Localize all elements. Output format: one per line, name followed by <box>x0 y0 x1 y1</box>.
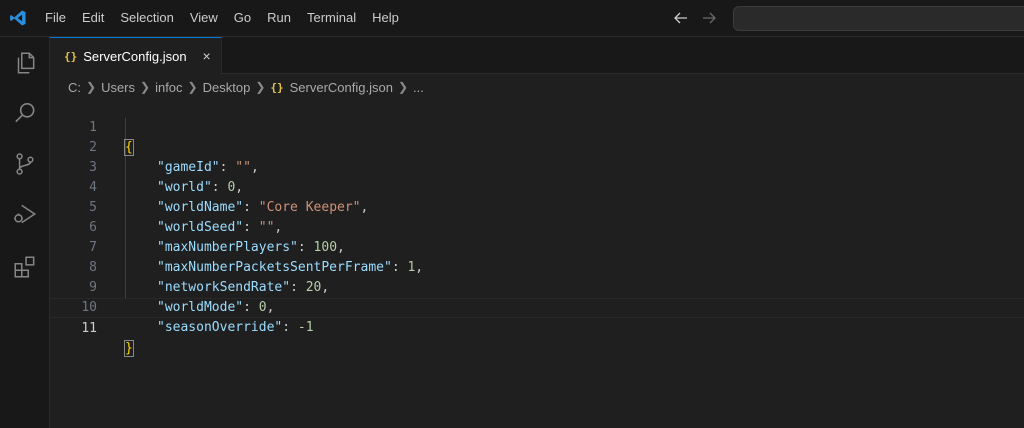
navigation-controls <box>672 8 718 28</box>
code-line[interactable]: 10 "seasonOverride": -1 <box>50 278 1024 335</box>
code-line-current[interactable]: 11 } <box>50 298 1024 357</box>
arrow-left-icon[interactable] <box>672 8 690 28</box>
menu-edit[interactable]: Edit <box>74 7 112 29</box>
search-icon[interactable] <box>9 97 41 129</box>
code-line[interactable]: 8 "networkSendRate": 20, <box>50 238 1024 295</box>
tab-label: ServerConfig.json <box>83 48 187 64</box>
close-brace: } <box>124 340 134 357</box>
activity-bar <box>0 37 50 428</box>
breadcrumb-users[interactable]: Users <box>101 80 135 95</box>
code-line[interactable]: 1 { <box>50 98 1024 156</box>
code-line[interactable]: 7 "maxNumberPacketsSentPerFrame": 1, <box>50 218 1024 275</box>
line-number: 11 <box>81 321 97 336</box>
menu-view[interactable]: View <box>182 7 226 29</box>
source-control-icon[interactable] <box>9 148 41 180</box>
code-line[interactable]: 9 "worldMode": 0, <box>50 258 1024 315</box>
breadcrumb-more[interactable]: ... <box>413 80 424 95</box>
code-line[interactable]: 2 "gameId": "", <box>50 118 1024 175</box>
chevron-right-icon: ❯ <box>397 80 409 94</box>
command-center-search[interactable] <box>733 6 1024 31</box>
vscode-logo-icon[interactable] <box>0 0 36 37</box>
menu-help[interactable]: Help <box>364 7 407 29</box>
json-key: "seasonOverride" <box>157 320 283 335</box>
menu-go[interactable]: Go <box>226 7 259 29</box>
code-editor[interactable]: 1 { 2 "gameId": "", 3 "world": 0, 4 "wor… <box>50 98 1024 428</box>
code-line[interactable]: 5 "worldSeed": "", <box>50 178 1024 235</box>
json-file-icon: {} <box>270 80 284 94</box>
run-debug-icon[interactable] <box>9 198 41 230</box>
code-line[interactable]: 3 "world": 0, <box>50 138 1024 195</box>
breadcrumb: C: ❯ Users ❯ infoc ❯ Desktop ❯ {} Server… <box>50 76 424 98</box>
extensions-icon[interactable] <box>9 251 41 283</box>
json-value: -1 <box>297 320 314 335</box>
breadcrumb-drive[interactable]: C: <box>68 80 81 95</box>
menu-terminal[interactable]: Terminal <box>299 7 364 29</box>
json-file-icon: {} <box>64 49 78 63</box>
menu-selection[interactable]: Selection <box>112 7 181 29</box>
files-icon[interactable] <box>9 47 41 79</box>
breadcrumb-infoc[interactable]: infoc <box>155 80 182 95</box>
chevron-right-icon: ❯ <box>86 80 97 94</box>
title-bar: File Edit Selection View Go Run Terminal… <box>0 0 1024 37</box>
menu-run[interactable]: Run <box>259 7 299 29</box>
code-line[interactable]: 6 "maxNumberPlayers": 100, <box>50 198 1024 255</box>
chevron-right-icon: ❯ <box>187 80 198 94</box>
tab-serverconfig-json[interactable]: {} ServerConfig.json × <box>50 37 222 74</box>
menu-bar: File Edit Selection View Go Run Terminal… <box>37 7 407 29</box>
close-icon[interactable]: × <box>199 48 215 64</box>
chevron-right-icon: ❯ <box>140 80 151 94</box>
chevron-right-icon: ❯ <box>255 80 266 94</box>
breadcrumb-file[interactable]: ServerConfig.json <box>290 80 393 95</box>
tab-bar: {} ServerConfig.json × <box>50 37 1024 74</box>
arrow-right-icon[interactable] <box>700 8 718 28</box>
breadcrumb-desktop[interactable]: Desktop <box>203 80 251 95</box>
code-line[interactable]: 4 "worldName": "Core Keeper", <box>50 158 1024 215</box>
menu-file[interactable]: File <box>37 7 74 29</box>
